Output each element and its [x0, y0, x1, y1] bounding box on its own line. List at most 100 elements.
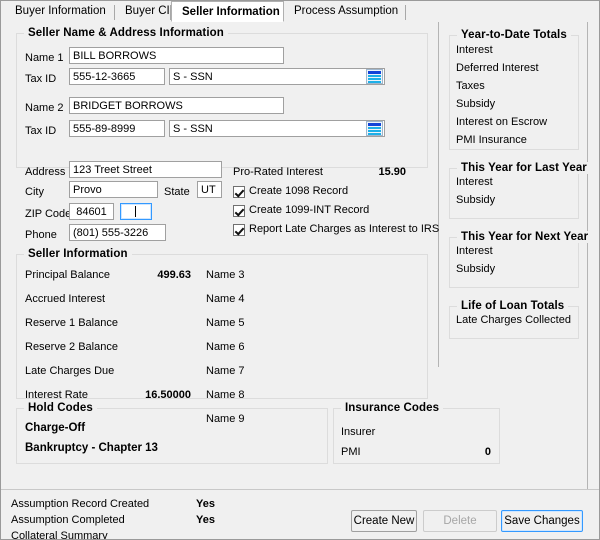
create-1098-checkbox-row[interactable]: Create 1098 Record — [233, 185, 348, 198]
taxid1-lookup-grid-icon[interactable] — [366, 69, 383, 84]
ytd-pmi-insurance-label: PMI Insurance — [456, 134, 527, 146]
ytd-interest-on-escrow-label: Interest on Escrow — [456, 116, 548, 128]
taxid1-type-input[interactable] — [169, 68, 385, 85]
phone-input[interactable] — [69, 224, 166, 241]
prorated-interest-label: Pro-Rated Interest — [233, 166, 323, 178]
name2-label: Name 2 — [25, 102, 64, 114]
ytd-subsidy-label: Subsidy — [456, 98, 496, 110]
state-input[interactable] — [197, 181, 222, 198]
tab-process-assumption[interactable]: Process Assumption — [284, 2, 406, 21]
grid-icon-row — [368, 75, 381, 77]
hold-codes-group: Hold Codes — [16, 402, 328, 464]
assumption-completed-label: Assumption Completed — [11, 514, 125, 526]
interest-rate-value: 16.50000 — [145, 389, 191, 401]
zip-label: ZIP Code — [25, 208, 72, 220]
tyfly-interest-label: Interest — [456, 176, 493, 188]
grid-icon-header — [368, 123, 381, 126]
reserve-2-balance-label: Reserve 2 Balance — [25, 341, 118, 353]
tab-label: Buyer Information — [15, 5, 106, 17]
collateral-summary-label: Collateral Summary — [11, 530, 108, 540]
status-bar: Assumption Record Created Yes Assumption… — [1, 489, 599, 540]
taxid2-lookup-grid-icon[interactable] — [366, 121, 383, 136]
phone-label: Phone — [25, 229, 57, 241]
assumption-completed-value: Yes — [196, 514, 215, 526]
grid-icon-row — [368, 127, 381, 129]
insurer-label: Insurer — [341, 426, 376, 438]
prorated-interest-value: 15.90 — [378, 166, 406, 178]
content-area: Seller Name & Address Information Name 1… — [1, 22, 599, 489]
tyfny-subsidy-label: Subsidy — [456, 263, 496, 275]
hold-code-bankruptcy: Bankruptcy - Chapter 13 — [25, 442, 158, 454]
panel-divider-right — [587, 22, 588, 489]
assumption-record-created-value: Yes — [196, 498, 215, 510]
group-title: This Year for Last Year — [457, 162, 591, 174]
hold-code-charge-off: Charge-Off — [25, 422, 86, 434]
city-label: City — [25, 186, 44, 198]
name5-label: Name 5 — [206, 317, 245, 329]
group-title: Life of Loan Totals — [457, 300, 569, 312]
taxid2-type-input[interactable] — [169, 120, 385, 137]
tab-buyer-cif[interactable]: Buyer CIF — [115, 2, 177, 21]
name1-input[interactable] — [69, 47, 284, 64]
grid-icon-row — [368, 81, 381, 83]
late-charges-collected-label: Late Charges Collected — [456, 314, 571, 326]
tab-strip: Buyer Information Buyer CIF Seller Infor… — [1, 1, 599, 23]
grid-icon-rows — [368, 127, 381, 135]
save-changes-button[interactable]: Save Changes — [501, 510, 583, 532]
taxid2-input[interactable] — [69, 120, 165, 137]
name1-label: Name 1 — [25, 52, 64, 64]
name7-label: Name 7 — [206, 365, 245, 377]
name8-label: Name 8 — [206, 389, 245, 401]
create-1099int-checkbox[interactable] — [233, 204, 245, 217]
create-1099int-label: Create 1099-INT Record — [249, 204, 370, 216]
tab-label: Buyer CIF — [125, 5, 177, 17]
reserve-1-balance-label: Reserve 1 Balance — [25, 317, 118, 329]
delete-button: Delete — [423, 510, 497, 532]
grid-icon-header — [368, 71, 381, 74]
grid-icon-row — [368, 78, 381, 80]
create-new-button[interactable]: Create New — [351, 510, 417, 532]
state-label: State — [164, 186, 190, 198]
name6-label: Name 6 — [206, 341, 245, 353]
tab-buyer-information[interactable]: Buyer Information — [5, 2, 115, 21]
tyfny-interest-label: Interest — [456, 245, 493, 257]
tab-label: Process Assumption — [294, 5, 399, 17]
group-title: Seller Information — [24, 248, 132, 260]
assumption-window: Buyer Information Buyer CIF Seller Infor… — [0, 0, 600, 540]
ytd-taxes-label: Taxes — [456, 80, 485, 92]
late-charges-due-label: Late Charges Due — [25, 365, 115, 377]
zip-input[interactable] — [69, 203, 114, 220]
panel-divider-left — [438, 22, 439, 367]
text-caret — [135, 206, 136, 217]
tab-separator — [405, 5, 406, 20]
taxid1-label: Tax ID — [25, 73, 57, 85]
city-input[interactable] — [69, 181, 158, 198]
ytd-deferred-interest-label: Deferred Interest — [456, 62, 539, 74]
taxid1-input[interactable] — [69, 68, 165, 85]
grid-icon-rows — [368, 75, 381, 83]
principal-balance-value: 499.63 — [157, 269, 191, 281]
ytd-interest-label: Interest — [456, 44, 493, 56]
interest-rate-label: Interest Rate — [25, 389, 88, 401]
tab-label: Seller Information — [182, 6, 280, 18]
group-title: Insurance Codes — [341, 402, 444, 414]
zip4-input[interactable] — [120, 203, 152, 220]
name3-label: Name 3 — [206, 269, 245, 281]
report-late-charges-label: Report Late Charges as Interest to IRS — [249, 223, 440, 235]
report-late-charges-checkbox-row[interactable]: Report Late Charges as Interest to IRS — [233, 223, 439, 236]
group-title: Seller Name & Address Information — [24, 27, 228, 39]
create-1098-checkbox[interactable] — [233, 185, 245, 198]
grid-icon-row — [368, 130, 381, 132]
name4-label: Name 4 — [206, 293, 245, 305]
grid-icon-row — [368, 133, 381, 135]
report-late-charges-checkbox[interactable] — [233, 223, 245, 236]
accrued-interest-label: Accrued Interest — [25, 293, 106, 305]
group-title: This Year for Next Year — [457, 231, 593, 243]
create-1099int-checkbox-row[interactable]: Create 1099-INT Record — [233, 204, 369, 217]
assumption-record-created-label: Assumption Record Created — [11, 498, 150, 510]
tab-seller-information[interactable]: Seller Information — [171, 1, 284, 22]
pmi-label: PMI — [341, 446, 361, 458]
address-input[interactable] — [69, 161, 222, 178]
name2-input[interactable] — [69, 97, 284, 114]
group-title: Hold Codes — [24, 402, 97, 414]
